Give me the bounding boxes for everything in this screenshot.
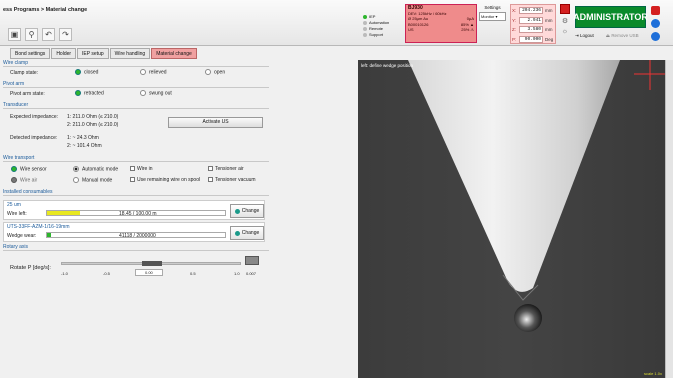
detected-impedance-2: 2: ~ 101.4 Ohm — [67, 143, 102, 149]
expected-impedance-2: 2: 211.0 Ohm (≤ 210.0) — [67, 122, 119, 128]
camera-view[interactable]: left: define wedge position scale 1.0x — [358, 60, 665, 378]
camera-scale: scale 1.0x — [643, 371, 662, 376]
detected-impedance-label: Detected impedance: — [10, 135, 58, 141]
status-support: Support — [363, 32, 403, 38]
automatic-mode-radio[interactable]: Automatic mode — [73, 166, 118, 172]
settings-label: Settings — [484, 5, 501, 10]
clamp-closed-radio[interactable]: closed — [75, 69, 98, 75]
wedge-change-button[interactable]: Change — [230, 226, 264, 240]
gear-icon[interactable]: ⚙ — [562, 17, 568, 25]
wedge-consumable: UTS-33FF-AZM-1/16-19mm Wedge wear: 41118… — [3, 222, 265, 242]
wire-consumable: 25 um Wire left: 18.45 / 100.00 m Change — [3, 200, 265, 220]
machine-panel: BJ930 DEV: 125kHz / 60kHz Ø 25µm Au 0µA B… — [405, 4, 477, 43]
expected-impedance-1: 1: 211.0 Ohm (≤ 210.0) — [67, 114, 119, 120]
settings-select[interactable]: Monitor ▾ — [479, 12, 506, 21]
coord-x: X: 204.236 mm — [512, 7, 553, 15]
user-name[interactable]: ADMINISTRATOR — [573, 6, 648, 28]
section-wire-clamp: Wire clamp — [3, 60, 269, 67]
section-pivot-arm: Pivot arm — [3, 81, 269, 88]
wire-air-indicator: Wire air — [11, 177, 37, 183]
tick-label: -1.0 — [61, 271, 68, 276]
machine-line: US 25% ⚠ — [408, 26, 474, 32]
wire-left-value: 18.45 / 100.00 m — [119, 211, 157, 217]
rotate-icon[interactable] — [245, 256, 259, 265]
undo-icon[interactable]: ↶ — [42, 28, 55, 41]
rotate-extra-value: 0.007 — [246, 271, 257, 276]
tab-material-change[interactable]: Material change — [151, 48, 197, 59]
status-off-icon — [363, 33, 367, 37]
wedge-wear-label: Wedge wear: — [7, 233, 37, 239]
detected-impedance-1: 1: ~ 24.3 Ohm — [67, 135, 99, 141]
change-icon — [234, 230, 240, 236]
close-icon[interactable] — [651, 6, 660, 15]
clamp-relieved-radio[interactable]: relieved — [140, 69, 167, 75]
coord-y: Y: 2.941 mm — [512, 16, 553, 24]
side-toolbar — [665, 60, 673, 378]
coordinates-panel: X: 204.236 mm Y: 2.941 mm Z: 3.580 mm P: 90.000… — [510, 4, 556, 44]
rotate-p-label: Rotate P [deg/s]: — [10, 265, 51, 271]
settings: Settings Monitor ▾ — [479, 5, 506, 21]
toolbar: ▣ ⚲ ↶ ↷ — [8, 28, 72, 41]
rotate-p-value[interactable]: 0.00 — [135, 269, 163, 276]
user-actions: ⇥ Logout ⏏ Remove USB — [575, 33, 639, 39]
tab-bar: Bond settings Holder IEP setup Wire hand… — [10, 48, 197, 59]
tab-holder[interactable]: Holder — [51, 48, 77, 59]
tab-iep-setup[interactable]: IEP setup — [77, 48, 109, 59]
section-wire-transport: Wire transport — [3, 155, 269, 162]
stop-icon[interactable] — [560, 4, 570, 14]
marker-icon[interactable]: ⚲ — [25, 28, 38, 41]
remove-usb-button[interactable]: ⏏ Remove USB — [606, 33, 639, 39]
wedge-wear-value: 41118 / 2000000 — [119, 233, 156, 239]
wire-left-fill — [47, 211, 80, 215]
change-icon — [234, 208, 240, 214]
tick-label: 1.0 — [234, 271, 240, 276]
pivot-swung-out-radio[interactable]: swung out — [140, 90, 172, 96]
status-off-icon — [363, 27, 367, 31]
tick-label: 0.5 — [190, 271, 196, 276]
tensioner-vacuum-checkbox[interactable]: Tensioner vacuum — [208, 177, 256, 183]
wire-left-label: Wire left: — [7, 211, 27, 217]
redo-icon[interactable]: ↷ — [59, 28, 72, 41]
info-icon[interactable] — [651, 19, 660, 28]
status-off-icon — [363, 21, 367, 25]
rotate-p-slider[interactable] — [61, 261, 241, 266]
right-icons — [651, 6, 660, 41]
save-icon[interactable]: ▣ — [8, 28, 21, 41]
wire-in-checkbox[interactable]: Wire in — [130, 166, 153, 172]
rotate-p-thumb[interactable] — [142, 261, 162, 266]
tab-bond-settings[interactable]: Bond settings — [10, 48, 51, 59]
use-remaining-wire-checkbox[interactable]: Use remaining wire on spool — [130, 177, 200, 183]
tab-wire-handling[interactable]: Wire handling — [109, 48, 151, 59]
camera-instruction: left: define wedge position — [361, 63, 414, 68]
pivot-state-label: Pivot arm state: — [10, 91, 45, 97]
breadcrumb: ess Programs > Material change — [3, 7, 88, 13]
wire-name: 25 um — [7, 202, 21, 208]
status-block: IEP Automation Remote Support — [363, 5, 403, 38]
wire-change-button[interactable]: Change — [230, 204, 264, 218]
section-installed-consumables: Installed consumables — [3, 189, 269, 196]
help-icon[interactable] — [651, 32, 660, 41]
manual-mode-radio[interactable]: Manual mode — [73, 177, 112, 183]
machine-icons: ⚙ ☼ — [558, 4, 572, 44]
pivot-retracted-radio[interactable]: retracted — [75, 90, 104, 96]
clamp-open-radio[interactable]: open — [205, 69, 225, 75]
logout-button[interactable]: ⇥ Logout — [575, 33, 594, 39]
top-bar: ess Programs > Material change ▣ ⚲ ↶ ↷ I… — [0, 0, 673, 46]
clamp-state-label: Clamp state: — [10, 70, 39, 76]
tick-label: -0.5 — [103, 271, 110, 276]
material-change-panel: Wire clamp Clamp state: closed relieved … — [3, 60, 355, 378]
tensioner-air-checkbox[interactable]: Tensioner air — [208, 166, 244, 172]
wedge-wear-fill — [47, 233, 51, 237]
coord-p: P: 90.000 Deg — [512, 35, 554, 43]
status-on-icon — [363, 15, 367, 19]
section-transducer: Transducer — [3, 102, 269, 109]
wire-sensor-indicator: Wire sensor — [11, 166, 47, 172]
expected-impedance-label: Expected impedance: — [10, 114, 59, 120]
section-rotary-axis: Rotary axis — [3, 244, 269, 251]
light-icon[interactable]: ☼ — [562, 28, 568, 35]
coord-z: Z: 3.580 mm — [512, 26, 553, 34]
camera-image — [358, 60, 665, 378]
activate-us-button[interactable]: Activate US — [168, 117, 263, 128]
wedge-name: UTS-33FF-AZM-1/16-19mm — [7, 224, 70, 230]
